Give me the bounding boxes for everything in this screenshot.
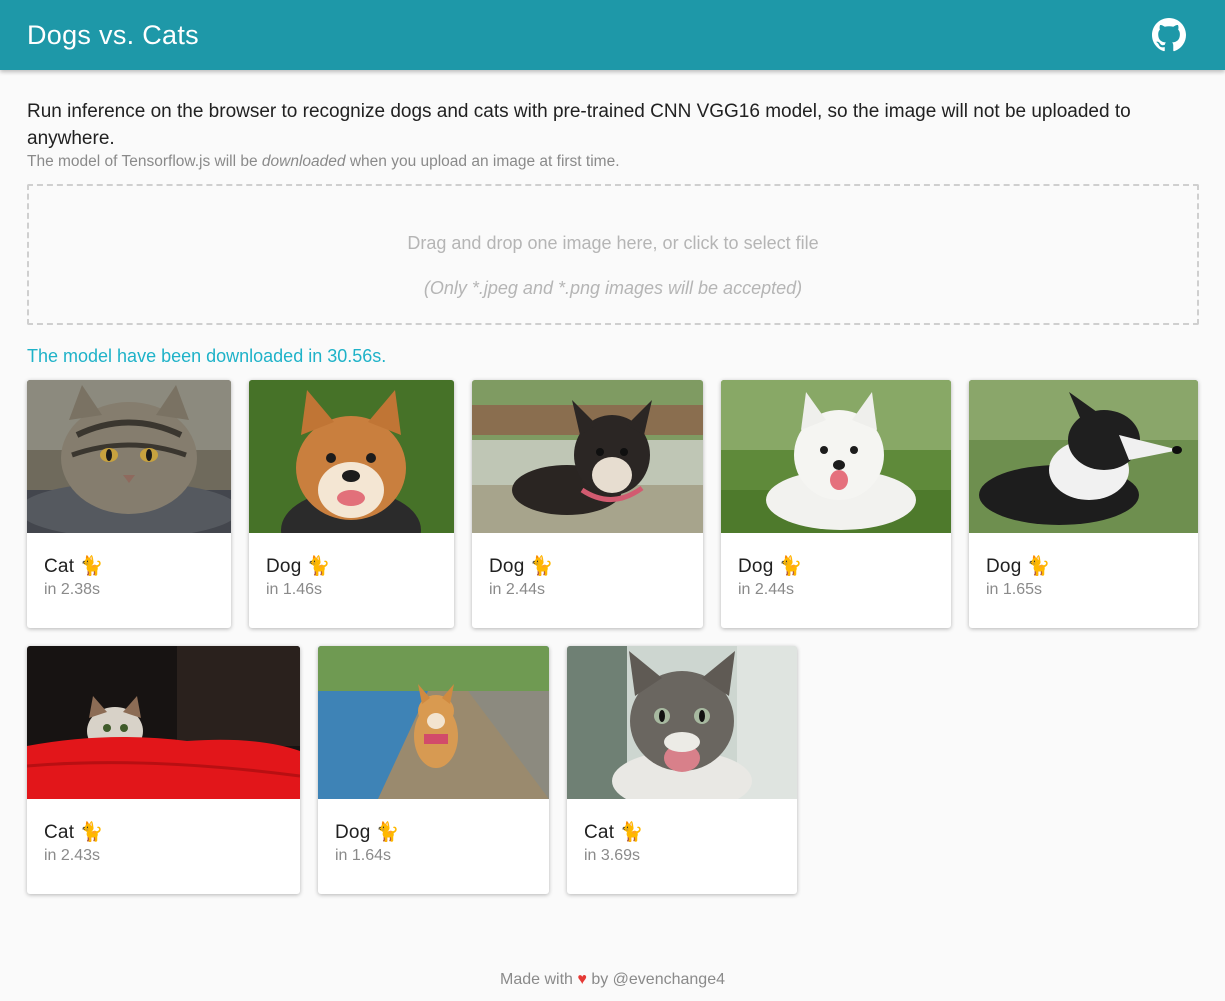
cat-photo [27,380,231,533]
result-card[interactable]: Dog 🐈 in 2.44s [472,380,703,628]
footer: Made with ♥ by @evenchange4 [0,971,1225,989]
dropzone-accepted-types: (Only *.jpeg and *.png images will be ac… [423,278,803,298]
note-emphasis: downloaded [261,153,346,170]
footer-before: Made with [500,971,578,988]
inference-time: in 1.65s [986,581,1043,598]
inference-time: in 2.44s [738,581,795,598]
dog-photo [318,646,549,799]
result-card[interactable]: Dog 🐈 in 1.64s [318,646,549,894]
result-card[interactable]: Dog 🐈 in 2.44s [721,380,951,628]
app-bar: Dogs vs. Cats [0,0,1225,70]
result-card[interactable]: Dog 🐈 in 1.65s [969,380,1198,628]
github-icon[interactable] [1152,18,1186,52]
prediction-label: Cat 🐈 [44,822,104,843]
app-title: Dogs vs. Cats [27,20,199,50]
note-after: when you upload an image at first time. [345,153,620,170]
prediction-label: Cat 🐈 [44,556,104,577]
prediction-label: Cat 🐈 [584,822,644,843]
footer-after: by @evenchange4 [586,971,725,988]
dog-photo [472,380,703,533]
cat-photo [27,646,300,799]
inference-time: in 3.69s [584,847,641,864]
dog-photo [249,380,454,533]
download-status: The model have been downloaded in 30.56s… [27,346,387,366]
note-before: The model of Tensorflow.js will be [27,153,262,170]
prediction-label: Dog 🐈 [335,822,400,843]
heart-icon: ♥ [577,971,587,988]
inference-time: in 2.44s [489,581,546,598]
inference-time: in 2.43s [44,847,101,864]
dog-photo [721,380,951,533]
dropzone-instructions: Drag and drop one image here, or click t… [407,233,819,253]
prediction-label: Dog 🐈 [986,556,1051,577]
prediction-label: Dog 🐈 [266,556,331,577]
cat-photo [567,646,797,799]
dog-photo [969,380,1198,533]
result-card[interactable]: Cat 🐈 in 2.43s [27,646,300,894]
inference-time: in 1.46s [266,581,323,598]
intro-text: Run inference on the browser to recogniz… [27,101,1131,149]
model-note: The model of Tensorflow.js will be downl… [27,153,620,171]
image-dropzone[interactable]: Drag and drop one image here, or click t… [27,184,1199,325]
result-card[interactable]: Cat 🐈 in 3.69s [567,646,797,894]
inference-time: in 1.64s [335,847,392,864]
result-card[interactable]: Dog 🐈 in 1.46s [249,380,454,628]
prediction-label: Dog 🐈 [489,556,554,577]
prediction-label: Dog 🐈 [738,556,803,577]
result-card[interactable]: Cat 🐈 in 2.38s [27,380,231,628]
inference-time: in 2.38s [44,581,101,598]
